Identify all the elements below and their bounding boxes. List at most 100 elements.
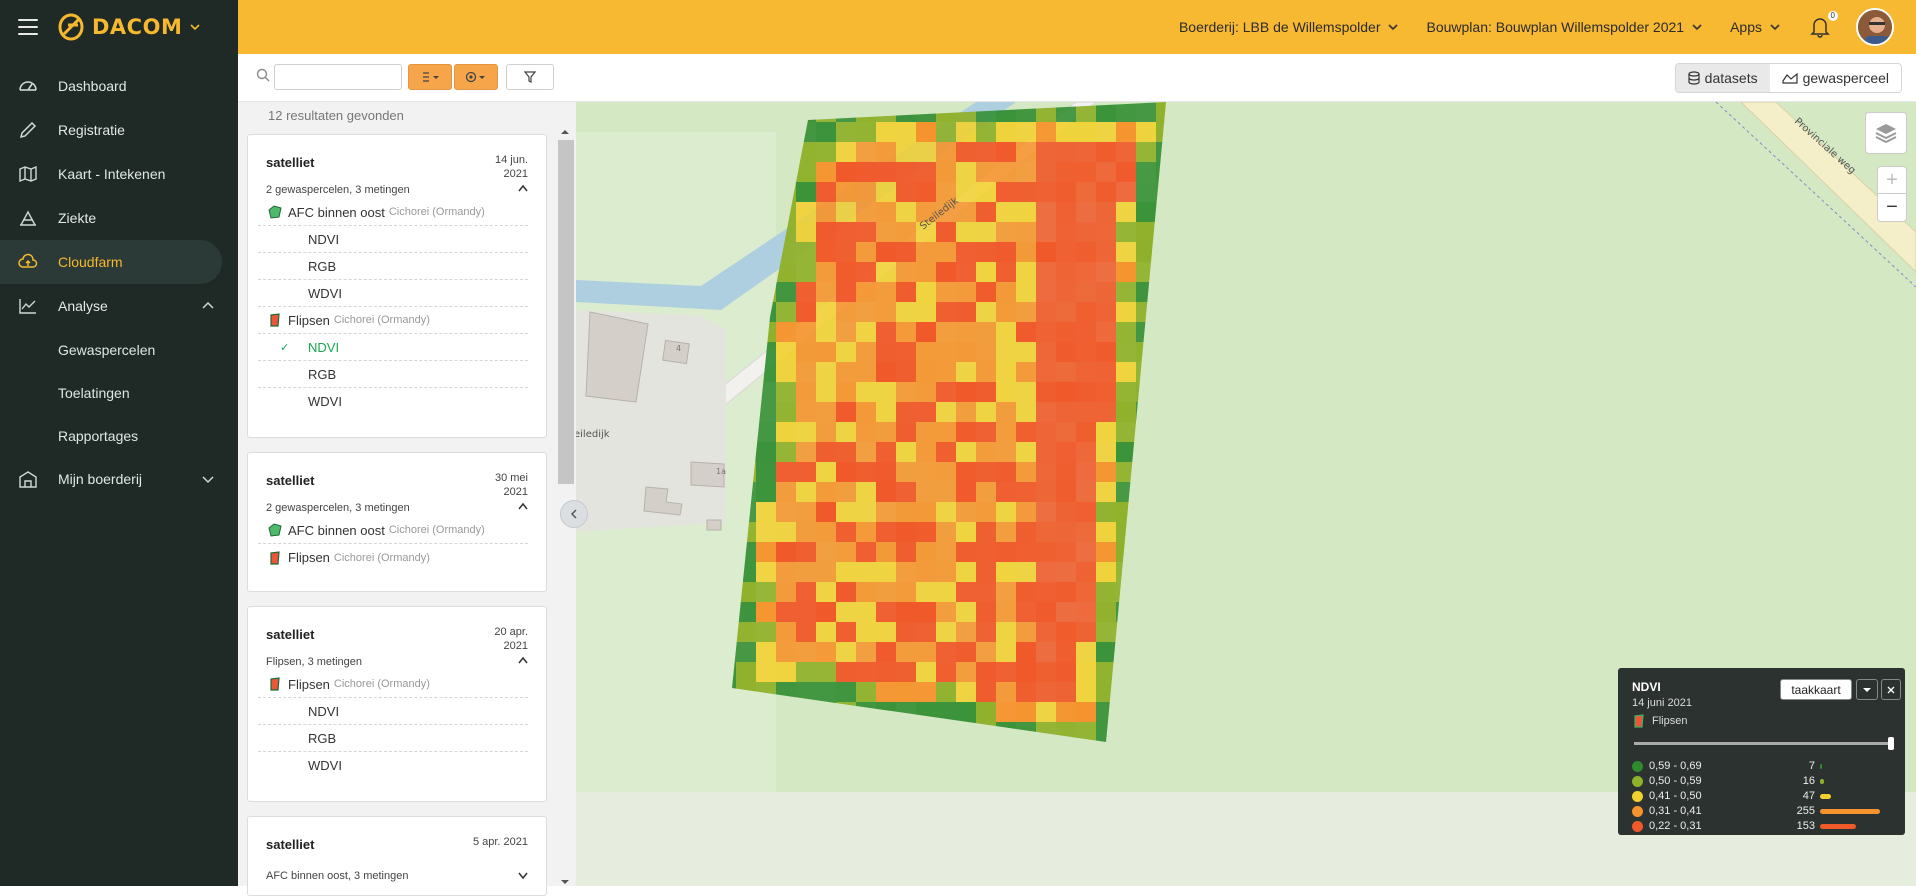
ndvi-cell <box>976 382 996 402</box>
sidebar-subitem-gewaspercelen[interactable]: Gewaspercelen <box>0 328 238 371</box>
legend-close-button[interactable] <box>1881 679 1901 700</box>
crop-name: Cichorei (Ormandy) <box>388 524 485 536</box>
chevron-up-icon[interactable] <box>202 300 214 312</box>
dataset-row[interactable]: WDVI <box>258 752 528 779</box>
field-row[interactable]: Flipsen Cichorei (Ormandy) <box>258 307 528 334</box>
ndvi-cell <box>816 642 836 662</box>
sidebar-subitem-rapportages[interactable]: Rapportages <box>0 414 238 457</box>
ndvi-cell <box>816 622 836 642</box>
taakkaart-button[interactable]: taakkaart <box>1780 679 1852 700</box>
bug-icon <box>20 210 36 226</box>
ndvi-cell <box>816 222 836 242</box>
ndvi-cell <box>796 342 816 362</box>
chevron-up-icon[interactable] <box>518 184 528 192</box>
chevron-up-icon[interactable] <box>518 502 528 510</box>
ndvi-cell <box>816 362 836 382</box>
ndvi-cell <box>796 202 816 222</box>
sidebar-item-ziekte[interactable]: Ziekte <box>0 196 238 240</box>
sidebar-item-cloudfarm[interactable]: Cloudfarm <box>0 240 222 284</box>
dataset-row[interactable]: NDVI <box>258 226 528 253</box>
ndvi-cell <box>936 262 956 282</box>
menu-toggle-icon[interactable] <box>18 19 38 35</box>
crop-name: Cichorei (Ormandy) <box>388 206 485 218</box>
ndvi-cell <box>856 622 876 642</box>
ndvi-cell <box>856 582 876 602</box>
ndvi-cell <box>876 182 896 202</box>
legend-histogram-bar <box>1820 793 1832 799</box>
measurement-card[interactable]: satelliet 5 apr. 2021 AFC binnen oost, 3… <box>247 816 547 896</box>
datasets-tab[interactable]: datasets <box>1675 64 1770 92</box>
farm-selector[interactable]: Boerderij: LBB de Willemspolder <box>1179 19 1399 35</box>
sidebar-item-mijn-boerderij[interactable]: Mijn boerderij <box>0 457 238 501</box>
scroll-up-icon[interactable] <box>560 128 570 136</box>
ndvi-cell <box>1056 662 1076 682</box>
scroll-down-icon[interactable] <box>560 878 570 886</box>
ndvi-cell <box>976 522 996 542</box>
field-row[interactable]: AFC binnen oost Cichorei (Ormandy) <box>258 517 528 544</box>
sidebar-item-dashboard[interactable]: Dashboard <box>0 64 238 108</box>
ndvi-cell <box>976 482 996 502</box>
ndvi-cell <box>1036 382 1056 402</box>
avatar[interactable] <box>1856 8 1894 46</box>
ndvi-cell <box>876 462 896 482</box>
scrollbar-thumb[interactable] <box>558 140 574 484</box>
ndvi-cell <box>856 442 876 462</box>
ndvi-cell <box>856 522 876 542</box>
filter-button[interactable] <box>506 64 554 90</box>
dataset-row[interactable]: WDVI <box>258 280 528 307</box>
ndvi-cell <box>1096 422 1116 442</box>
gewasperceel-tab[interactable]: gewasperceel <box>1770 64 1901 92</box>
ndvi-cell <box>876 502 896 522</box>
field-row[interactable]: AFC binnen oost Cichorei (Ormandy) <box>258 199 528 226</box>
sidebar-item-registratie[interactable]: Registratie <box>0 108 238 152</box>
slider-handle[interactable] <box>1888 737 1894 750</box>
field-name: Flipsen <box>288 676 330 692</box>
sidebar-item-kaart[interactable]: Kaart - Intekenen <box>0 152 238 196</box>
ndvi-cell <box>1016 522 1036 542</box>
chevron-down-icon[interactable] <box>202 473 214 485</box>
dataset-row[interactable]: WDVI <box>258 388 528 415</box>
ndvi-cell <box>1076 642 1096 662</box>
ndvi-cell <box>956 562 976 582</box>
sidebar-item-analyse[interactable]: Analyse <box>0 284 238 328</box>
ndvi-cell <box>796 402 816 422</box>
measurement-card[interactable]: satelliet 14 jun. 2021 2 gewaspercelen, … <box>247 134 547 438</box>
field-row[interactable]: Flipsen Cichorei (Ormandy) <box>258 671 528 698</box>
ndvi-cell <box>1056 302 1076 322</box>
chevron-down-icon[interactable] <box>190 22 200 32</box>
opacity-slider[interactable] <box>1634 737 1894 750</box>
measurement-card[interactable]: satelliet 20 apr. 2021 Flipsen, 3 meting… <box>247 606 547 802</box>
plan-selector[interactable]: Bouwplan: Bouwplan Willemspolder 2021 <box>1426 19 1702 35</box>
ndvi-cell <box>816 242 836 262</box>
dataset-row[interactable]: NDVI <box>258 698 528 725</box>
target-dropdown-button[interactable] <box>454 64 498 90</box>
field-row[interactable]: Flipsen Cichorei (Ormandy) <box>258 544 528 571</box>
ndvi-cell <box>876 442 896 462</box>
ndvi-cell <box>1136 102 1156 122</box>
collapse-panel-button[interactable] <box>560 500 588 528</box>
legend-range: 0,31 - 0,41 <box>1649 805 1702 817</box>
search-input[interactable] <box>274 64 402 90</box>
ndvi-cell <box>876 382 896 402</box>
ndvi-cell <box>896 582 916 602</box>
layers-button[interactable] <box>1865 112 1907 154</box>
measurement-card[interactable]: satelliet 30 mei 2021 2 gewaspercelen, 3… <box>247 452 547 592</box>
dataset-row[interactable]: RGB <box>258 725 528 752</box>
zoom-out-button[interactable]: − <box>1877 194 1907 221</box>
chevron-down-icon[interactable] <box>518 872 528 880</box>
dataset-row-selected[interactable]: ✓ NDVI <box>258 334 528 361</box>
legend-dropdown-button[interactable] <box>1856 679 1878 700</box>
sidebar-subitem-toelatingen[interactable]: Toelatingen <box>0 371 238 414</box>
ndvi-cell <box>956 122 976 142</box>
ndvi-cell <box>836 662 856 682</box>
ndvi-cell <box>976 682 996 702</box>
ndvi-cell <box>936 482 956 502</box>
dataset-row[interactable]: RGB <box>258 253 528 280</box>
zoom-in-button[interactable]: + <box>1877 167 1907 195</box>
apps-menu[interactable]: Apps <box>1730 19 1780 35</box>
sort-dropdown-button[interactable] <box>408 64 452 90</box>
chevron-up-icon[interactable] <box>518 656 528 664</box>
dataset-row[interactable]: RGB <box>258 361 528 388</box>
ndvi-cell <box>1036 222 1056 242</box>
notifications-button[interactable]: 0 <box>1810 11 1838 38</box>
